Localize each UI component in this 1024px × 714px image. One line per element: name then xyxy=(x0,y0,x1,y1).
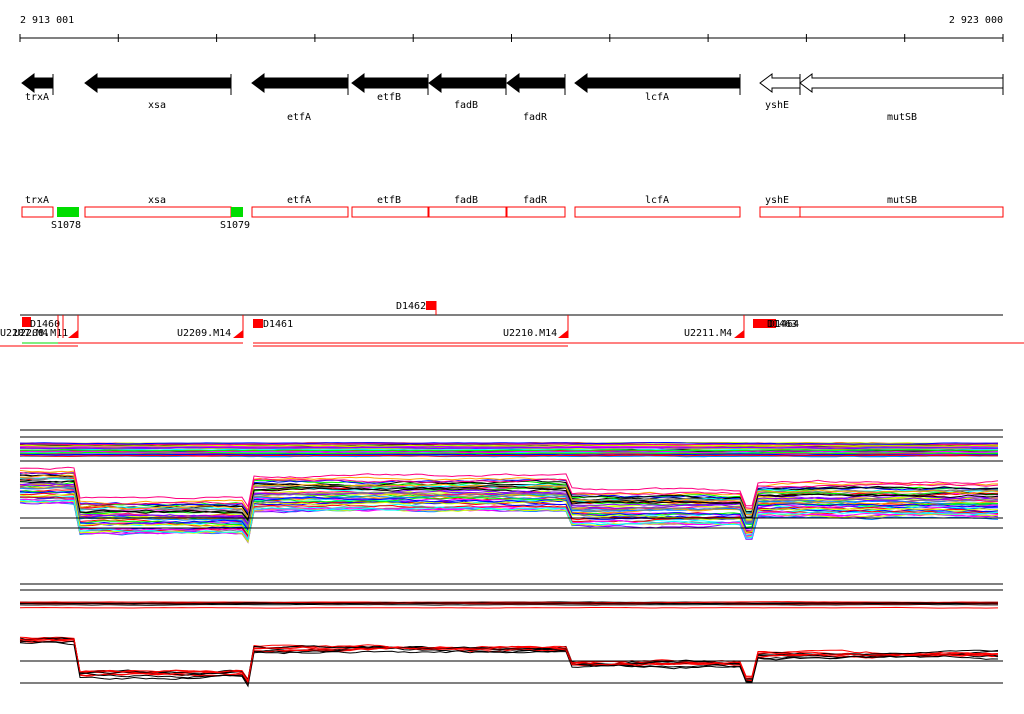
segment-label-d1462: D1462 xyxy=(396,301,426,312)
gene-label: yshE xyxy=(765,100,789,111)
gene-etfA[interactable]: etfA xyxy=(251,73,349,123)
gene-arrow-track: trxA xsa etfA etfB fadB fadR lcfA yshE mutSB xyxy=(21,73,1004,123)
gene-arrow[interactable] xyxy=(759,73,801,93)
gene-box-xsa[interactable]: xsa xyxy=(84,195,232,218)
gene-box-yshE[interactable]: yshE xyxy=(759,195,801,218)
segment-label-u2208: U2208.M11 xyxy=(14,328,68,339)
segment-end-triangle xyxy=(558,330,568,338)
gene-box-label: fadR xyxy=(523,195,548,206)
expression-line xyxy=(19,601,998,604)
segment-track: D1462 D1460 D1461 D1463 D1464 U2207.M4 U… xyxy=(0,301,1024,347)
gene-box-label: etfA xyxy=(287,195,311,206)
gene-label: fadR xyxy=(523,112,548,123)
gene-arrow[interactable] xyxy=(351,73,429,93)
gene-arrow[interactable] xyxy=(574,73,741,93)
gene-label: fadB xyxy=(454,100,478,111)
gene-box-lcfA[interactable]: lcfA xyxy=(574,195,741,218)
gene-label: lcfA xyxy=(645,92,669,103)
segment-label-u2210: U2210.M14 xyxy=(503,328,557,339)
expression-line xyxy=(19,606,999,609)
segment-end-triangle xyxy=(233,330,243,338)
feature-label: S1078 xyxy=(51,220,81,231)
gene-etfB[interactable]: etfB xyxy=(351,73,429,103)
gene-box-etfB[interactable]: etfB xyxy=(351,195,429,218)
gene-box-label: yshE xyxy=(765,195,789,206)
gene-lcfA[interactable]: lcfA xyxy=(574,73,741,103)
expression-panel xyxy=(19,636,999,688)
gene-label: trxA xyxy=(25,92,49,103)
gene-xsa[interactable]: xsa xyxy=(84,73,232,111)
gene-box-label: mutSB xyxy=(887,195,917,206)
gene-box-track: trxA xsa etfA etfB fadB fadR lcfA yshE mutSB S107… xyxy=(21,195,1004,231)
gene-box-trxA[interactable]: trxA xyxy=(21,195,54,218)
gene-box-mutSB[interactable]: mutSB xyxy=(799,195,1004,218)
gene-box-fadB[interactable]: fadB xyxy=(428,195,507,218)
gene-arrow[interactable] xyxy=(84,73,232,93)
gene-box-label: trxA xyxy=(25,195,49,206)
gene-arrow[interactable] xyxy=(428,73,507,93)
segment-end-triangle xyxy=(68,330,78,338)
gene-fadB[interactable]: fadB xyxy=(428,73,507,111)
genome-browser-canvas: 2 913 001 2 923 000 trxA xsa etfA etfB fadB f… xyxy=(0,15,1024,688)
segment-marker-d1461[interactable] xyxy=(253,319,263,328)
ruler-start-label: 2 913 001 xyxy=(20,15,74,26)
gene-fadR[interactable]: fadR xyxy=(506,73,566,123)
expression-panel xyxy=(19,466,999,544)
gene-arrow[interactable] xyxy=(21,73,54,93)
coordinate-ruler: 2 913 001 2 923 000 xyxy=(19,15,1004,42)
gene-box-etfA[interactable]: etfA xyxy=(251,195,349,218)
segment-label-u2209: U2209.M14 xyxy=(177,328,231,339)
expression-panel xyxy=(19,601,999,609)
gene-box-label: etfB xyxy=(377,195,401,206)
feature-label: S1079 xyxy=(220,220,250,231)
expression-line xyxy=(19,638,999,684)
segment-label-u2211: U2211.M4 xyxy=(684,328,732,339)
gene-yshE[interactable]: yshE xyxy=(759,73,801,111)
ruler-end-label: 2 923 000 xyxy=(949,15,1003,26)
gene-arrow[interactable] xyxy=(251,73,349,93)
expression-panel xyxy=(19,441,999,458)
gene-label: etfB xyxy=(377,92,401,103)
gene-arrow[interactable] xyxy=(799,73,1004,93)
expression-plots xyxy=(19,429,1003,688)
gene-box-label: xsa xyxy=(148,195,166,206)
segment-end-triangle xyxy=(734,330,744,338)
gene-label: etfA xyxy=(287,112,311,123)
expression-line xyxy=(19,640,999,686)
segment-label-d1464: D1464 xyxy=(769,319,799,330)
feature-S1078[interactable]: S1078 xyxy=(51,207,81,231)
gene-box-label: lcfA xyxy=(645,195,669,206)
expression-line xyxy=(19,603,998,606)
gene-arrow[interactable] xyxy=(506,73,566,93)
gene-label: xsa xyxy=(148,100,166,111)
segment-label-d1461: D1461 xyxy=(263,319,293,330)
gene-trxA[interactable]: trxA xyxy=(21,73,54,103)
segment-marker-d1462[interactable] xyxy=(426,301,436,310)
gene-box-fadR[interactable]: fadR xyxy=(506,195,566,218)
gene-label: mutSB xyxy=(887,112,917,123)
gene-mutSB[interactable]: mutSB xyxy=(799,73,1004,123)
gene-box-label: fadB xyxy=(454,195,478,206)
